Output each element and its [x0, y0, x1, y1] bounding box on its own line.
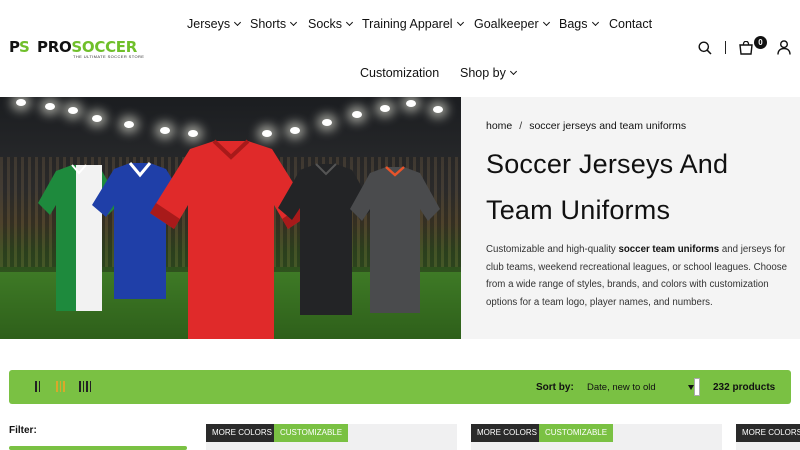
stadium-light	[262, 130, 272, 137]
page-title: Soccer Jerseys And Team Uniforms	[486, 141, 786, 233]
nav-goalkeeper[interactable]: Goalkeeper	[474, 17, 550, 31]
customizable-badge: CUSTOMIZABLE	[274, 424, 349, 442]
user-icon[interactable]	[777, 40, 791, 55]
logo-mark: PS	[9, 38, 30, 56]
more-colors-badge: MORE COLORS	[736, 424, 800, 442]
stadium-light	[92, 115, 102, 122]
cart-icon[interactable]	[738, 41, 754, 55]
stadium-light	[322, 119, 332, 126]
stadium-light	[68, 107, 78, 114]
grid-4-view-button[interactable]	[79, 381, 91, 392]
description-text: Customizable and high-quality	[486, 244, 619, 255]
customizable-badge: CUSTOMIZABLE	[539, 424, 614, 442]
sort-by-label: Sort by:	[536, 382, 574, 393]
nav-contact[interactable]: Contact	[609, 17, 652, 31]
chevron-down-icon	[234, 18, 242, 27]
stadium-light	[45, 103, 55, 110]
product-card[interactable]: MORE COLORS CUSTOMIZABLE	[471, 424, 722, 450]
stadium-light	[352, 111, 362, 118]
site-header: PS PROSOCCER THE ULTIMATE SOCCER STORE J…	[0, 0, 800, 97]
grid-3-view-button[interactable]	[56, 381, 65, 392]
stadium-light	[188, 130, 198, 137]
stadium-light	[433, 106, 443, 113]
breadcrumb-home-link[interactable]: home	[486, 120, 512, 132]
search-icon[interactable]	[698, 41, 712, 55]
product-card[interactable]: MORE COLORS CUSTOMIZABLE	[206, 424, 457, 450]
nav-bags[interactable]: Bags	[559, 17, 599, 31]
stadium-light	[380, 105, 390, 112]
breadcrumb: home / soccer jerseys and team uniforms	[486, 120, 686, 132]
stadium-light	[16, 99, 26, 106]
logo-tagline: THE ULTIMATE SOCCER STORE	[73, 54, 145, 59]
nav-shop-by[interactable]: Shop by	[460, 66, 517, 80]
grey-jersey-image	[350, 166, 440, 313]
header-divider	[725, 41, 726, 54]
category-description: Customizable and high-quality soccer tea…	[486, 241, 791, 311]
chevron-down-icon	[542, 18, 550, 27]
stadium-light	[160, 127, 170, 134]
page-title-line: Soccer Jerseys And	[486, 149, 729, 179]
cart-count-badge: 0	[754, 36, 767, 49]
stadium-light	[290, 127, 300, 134]
filter-accordion-header[interactable]	[9, 446, 187, 450]
nav-shorts[interactable]: Shorts	[250, 17, 298, 31]
collection-toolbar: Sort by: Date, new to old 232 products	[9, 370, 791, 404]
breadcrumb-separator: /	[519, 120, 523, 132]
nav-customization[interactable]: Customization	[360, 66, 439, 80]
hero-banner-image	[0, 97, 461, 339]
filter-label: Filter:	[9, 425, 37, 436]
chevron-down-icon	[456, 18, 464, 27]
nav-socks[interactable]: Socks	[308, 17, 354, 31]
stadium-light	[124, 121, 134, 128]
sort-select[interactable]: Date, new to old	[578, 376, 701, 398]
chevron-down-icon	[290, 18, 298, 27]
nav-jerseys[interactable]: Jerseys	[187, 17, 242, 31]
site-logo[interactable]: PS PROSOCCER THE ULTIMATE SOCCER STORE	[9, 37, 145, 59]
more-colors-badge: MORE COLORS	[206, 424, 279, 442]
more-colors-badge: MORE COLORS	[471, 424, 544, 442]
sort-select-value: Date, new to old	[587, 382, 656, 393]
product-card[interactable]: MORE COLORS	[736, 424, 800, 450]
description-highlight: soccer team uniforms	[618, 244, 720, 255]
page-title-line: Team Uniforms	[486, 195, 671, 225]
breadcrumb-current: soccer jerseys and team uniforms	[529, 120, 687, 132]
chevron-down-icon	[591, 18, 599, 27]
stadium-light	[406, 100, 416, 107]
nav-training-apparel[interactable]: Training Apparel	[362, 17, 464, 31]
chevron-down-icon	[346, 18, 354, 27]
product-count: 232 products	[713, 382, 776, 393]
grid-2-view-button[interactable]	[35, 381, 40, 392]
chevron-down-icon	[509, 67, 517, 76]
select-scrollbar[interactable]	[694, 378, 700, 396]
